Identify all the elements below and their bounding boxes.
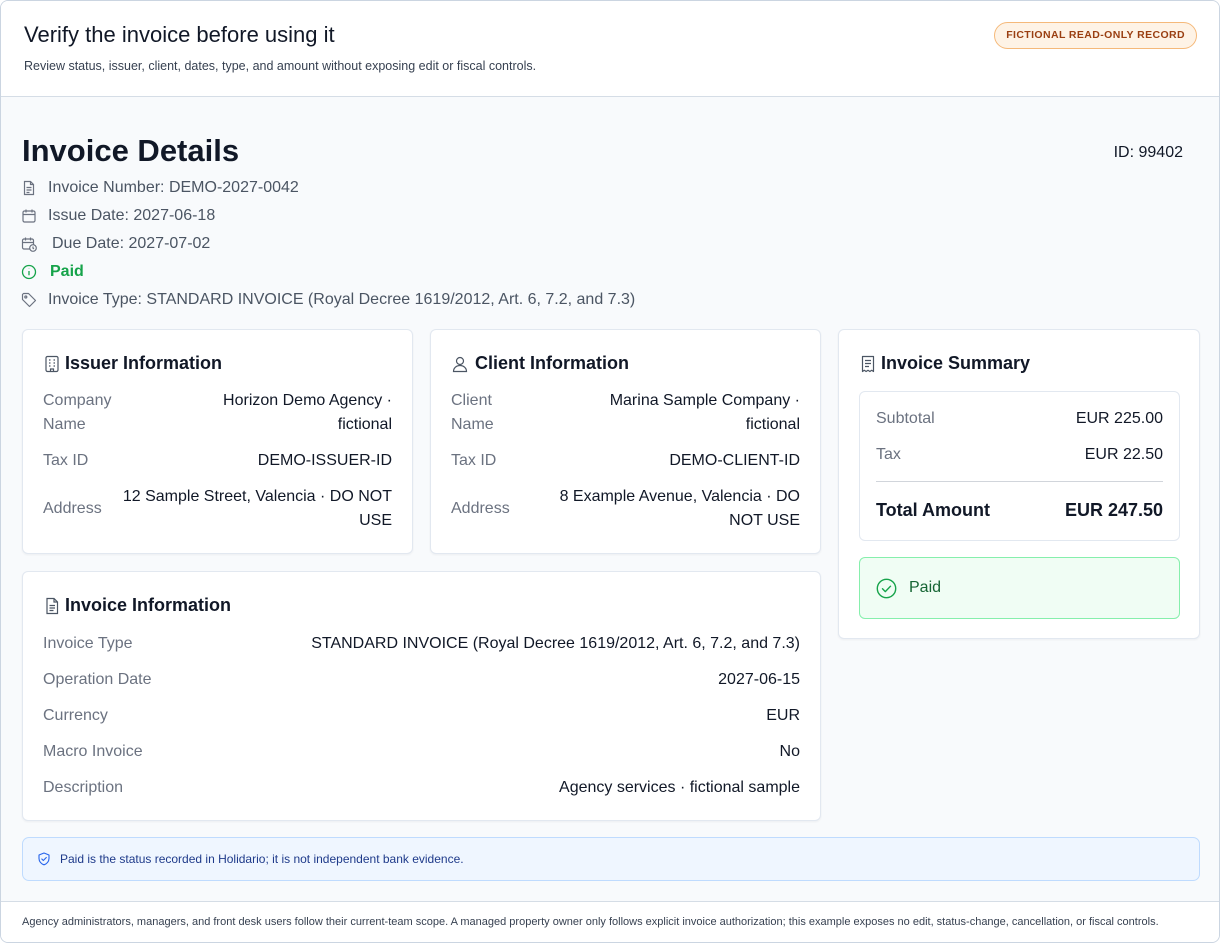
issuer-card: Issuer Information Company Name Horizon … [22, 329, 413, 554]
header-subtitle: Review status, issuer, client, dates, ty… [24, 59, 537, 73]
record-id: ID: 99402 [1113, 144, 1183, 161]
info-label: Macro Invoice [43, 743, 143, 760]
client-heading: Client Information [451, 353, 629, 374]
top-header: Verify the invoice before using it Revie… [1, 1, 1219, 97]
info-label: Invoice Type [43, 635, 133, 652]
tax-value: EUR 22.50 [1084, 446, 1163, 463]
check-circle-icon [876, 578, 897, 599]
invoice-number-text: Invoice Number: DEMO-2027-0042 [48, 179, 299, 196]
info-value: 2027-06-15 [718, 671, 800, 688]
issuer-company-row: Company Name Horizon Demo Agency · ficti… [43, 389, 392, 437]
info-value: Agency services · fictional sample [559, 779, 800, 796]
info-value: EUR [766, 707, 800, 724]
info-label: Description [43, 779, 124, 796]
invoice-information-heading: Invoice Information [43, 595, 231, 616]
subtotal-row: Subtotal EUR 225.00 [876, 409, 1163, 429]
meta-invoice-type: Invoice Type: STANDARD INVOICE (Royal De… [21, 289, 635, 311]
client-name-value: Marina Sample Company · fictional [609, 392, 800, 433]
user-icon [451, 355, 469, 373]
info-row-currency: Currency EUR [43, 704, 800, 728]
client-address-row: Address 8 Example Avenue, Valencia · DO … [451, 485, 800, 533]
calendar-clock-icon [21, 236, 37, 252]
subtotal-value: EUR 225.00 [1075, 410, 1163, 427]
meta-due-date: Due Date: 2027-07-02 [21, 233, 210, 255]
document-icon [21, 180, 37, 196]
summary-totals: Subtotal EUR 225.00 Tax EUR 22.50 Total … [859, 391, 1180, 541]
client-tax-value: DEMO-CLIENT-ID [669, 452, 800, 469]
info-row-description: Description Agency services · fictional … [43, 776, 800, 800]
meta-status: Paid [21, 261, 84, 283]
client-name-row: Client Name Marina Sample Company · fict… [451, 389, 800, 437]
building-icon [43, 355, 61, 373]
receipt-icon [859, 355, 877, 373]
subtotal-label: Subtotal [876, 410, 935, 427]
paid-status-box: Paid [859, 557, 1180, 619]
status-notice: Paid is the status recorded in Holidario… [22, 837, 1200, 881]
info-label: Currency [43, 707, 108, 724]
info-row-operation-date: Operation Date 2027-06-15 [43, 668, 800, 692]
meta-issue-date: Issue Date: 2027-06-18 [21, 205, 215, 227]
read-only-badge: FICTIONAL READ-ONLY RECORD [994, 22, 1197, 49]
issuer-address-value: 12 Sample Street, Valencia · DO NOT USE [122, 488, 392, 529]
issuer-address-label: Address [43, 500, 102, 517]
status-text: Paid [50, 263, 84, 280]
invoice-type-text: Invoice Type: STANDARD INVOICE (Royal De… [48, 291, 636, 308]
tax-label: Tax [876, 446, 901, 463]
notice-text: Paid is the status recorded in Holidario… [60, 852, 464, 866]
issuer-address-row: Address 12 Sample Street, Valencia · DO … [43, 485, 392, 533]
header-title: Verify the invoice before using it [24, 22, 335, 47]
info-icon [21, 264, 37, 280]
footer-note: Agency administrators, managers, and fro… [1, 901, 1219, 942]
tax-row: Tax EUR 22.50 [876, 445, 1163, 465]
client-name-label: Client Name [451, 392, 494, 433]
client-tax-label: Tax ID [451, 452, 497, 469]
calendar-icon [21, 208, 37, 224]
invoice-information-card: Invoice Information Invoice Type STANDAR… [22, 571, 821, 821]
client-tax-row: Tax ID DEMO-CLIENT-ID [451, 449, 800, 473]
client-address-value: 8 Example Avenue, Valencia · DO NOT USE [559, 488, 800, 529]
total-label: Total Amount [876, 500, 990, 520]
issuer-heading: Issuer Information [43, 353, 222, 374]
issue-date-text: Issue Date: 2027-06-18 [48, 207, 216, 224]
issuer-tax-value: DEMO-ISSUER-ID [257, 452, 392, 469]
paid-status-label: Paid [909, 579, 942, 596]
total-value: EUR 247.50 [1064, 500, 1163, 520]
issuer-tax-row: Tax ID DEMO-ISSUER-ID [43, 449, 392, 473]
info-row-invoice-type: Invoice Type STANDARD INVOICE (Royal Dec… [43, 632, 800, 656]
issuer-company-value: Horizon Demo Agency · fictional [223, 392, 392, 433]
app-window: Verify the invoice before using it Revie… [0, 0, 1220, 943]
client-address-label: Address [451, 500, 510, 517]
file-text-icon [43, 597, 61, 615]
invoice-summary-heading: Invoice Summary [859, 353, 1030, 374]
info-value: STANDARD INVOICE (Royal Decree 1619/2012… [311, 635, 800, 652]
meta-invoice-number: Invoice Number: DEMO-2027-0042 [21, 177, 299, 199]
total-row: Total Amount EUR 247.50 [876, 500, 1163, 520]
client-card: Client Information Client Name Marina Sa… [430, 329, 821, 554]
footer-text: Agency administrators, managers, and fro… [22, 916, 1159, 928]
due-date-text: Due Date: 2027-07-02 [52, 235, 211, 252]
issuer-tax-label: Tax ID [43, 452, 89, 469]
shield-check-icon [37, 852, 51, 866]
info-row-macro-invoice: Macro Invoice No [43, 740, 800, 764]
info-value: No [779, 743, 800, 760]
info-label: Operation Date [43, 671, 152, 688]
page-title: Invoice Details [22, 133, 240, 168]
issuer-company-label: Company Name [43, 392, 112, 433]
tag-icon [21, 292, 37, 308]
summary-divider [876, 481, 1163, 482]
invoice-summary-card: Invoice Summary Subtotal EUR 225.00 Tax … [838, 329, 1200, 639]
